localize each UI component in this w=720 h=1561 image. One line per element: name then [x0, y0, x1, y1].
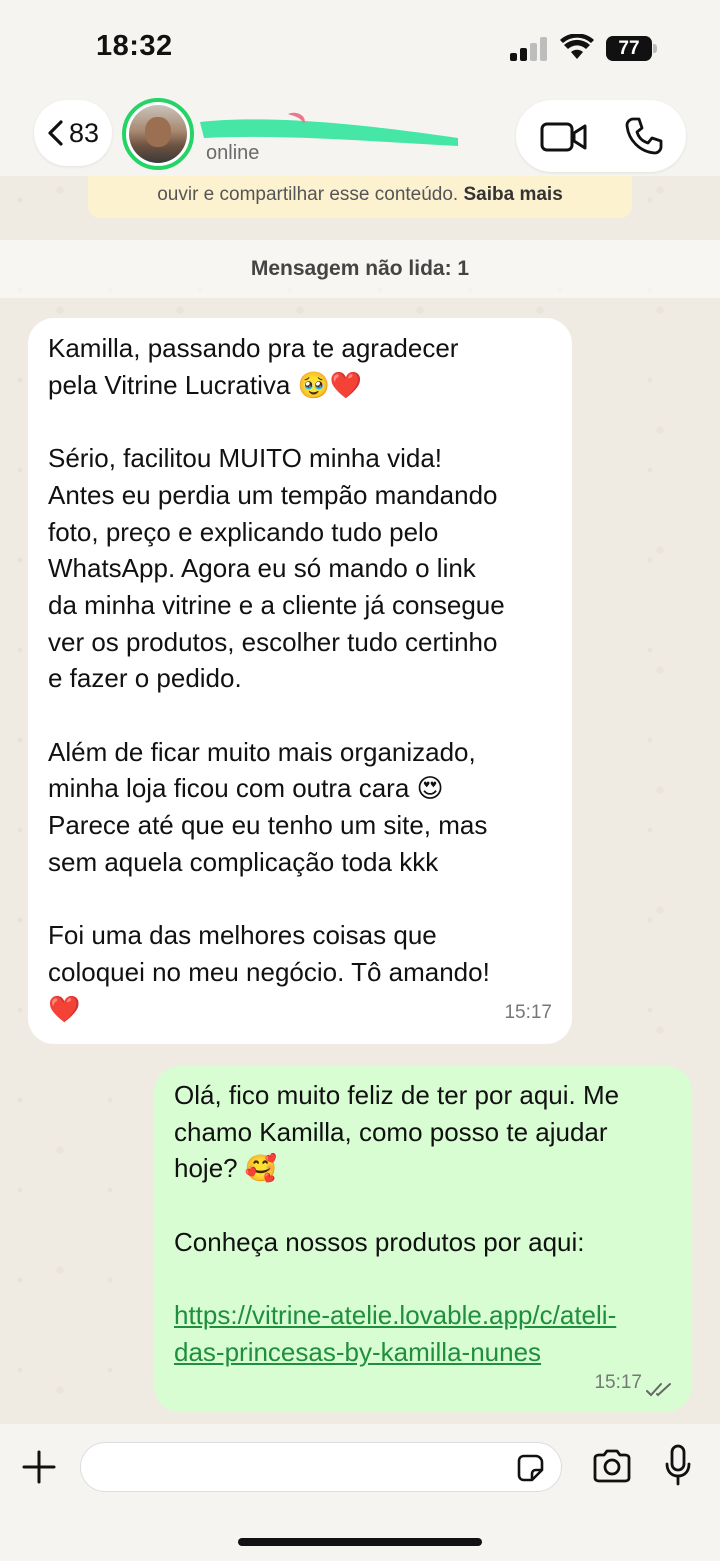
message-paragraph: Kamilla, passando pra te agradecer pela … — [48, 333, 459, 400]
message-time: 15:17 — [594, 1372, 642, 1394]
battery-level: 77 — [606, 36, 652, 61]
notice-link[interactable]: Saiba mais — [464, 184, 563, 205]
message-time: 15:17 — [504, 1002, 552, 1024]
wifi-icon — [560, 34, 594, 59]
message-link[interactable]: https://vitrine-atelie.lovable.app/c/ate… — [174, 1297, 672, 1370]
avatar-face — [145, 117, 171, 147]
message-input[interactable] — [80, 1442, 562, 1492]
home-indicator[interactable] — [238, 1538, 482, 1546]
call-actions — [516, 100, 686, 172]
unread-count: 83 — [69, 118, 100, 148]
battery-tip — [653, 44, 657, 53]
cellular-signal-icon — [510, 37, 548, 61]
phone-call-icon[interactable] — [624, 116, 664, 156]
plus-icon[interactable] — [22, 1450, 56, 1484]
incoming-message[interactable]: Kamilla, passando pra te agradecer pela … — [28, 318, 572, 1044]
mic-icon[interactable] — [664, 1444, 692, 1486]
unread-divider: Mensagem não lida: 1 — [0, 240, 720, 298]
status-time: 18:32 — [96, 30, 173, 62]
sticker-icon[interactable] — [515, 1453, 545, 1483]
message-paragraph: Foi uma das melhores coisas que coloquei… — [48, 920, 490, 1024]
message-paragraph: Sério, facilitou MUITO minha vida! Antes… — [48, 443, 505, 694]
camera-icon[interactable] — [592, 1448, 632, 1484]
chat-header: 83 online — [0, 90, 720, 176]
contact-avatar[interactable] — [122, 98, 194, 170]
video-call-icon[interactable] — [540, 120, 588, 154]
message-paragraph: Olá, fico muito feliz de ter por aqui. M… — [174, 1080, 620, 1184]
message-paragraph: Além de ficar muito mais organizado, min… — [48, 736, 488, 877]
status-bar: 18:32 77 — [0, 0, 720, 90]
back-button[interactable]: 83 — [34, 100, 112, 166]
avatar-photo — [129, 105, 187, 163]
contact-status: online — [206, 142, 260, 164]
message-paragraph: Conheça nossos produtos por aqui: — [174, 1226, 585, 1257]
outgoing-message[interactable]: Olá, fico muito feliz de ter por aqui. M… — [154, 1066, 692, 1412]
back-chevron-icon — [48, 120, 63, 146]
double-check-icon — [646, 1383, 671, 1397]
notice-text: ouvir e compartilhar esse conteúdo. — [157, 184, 459, 205]
